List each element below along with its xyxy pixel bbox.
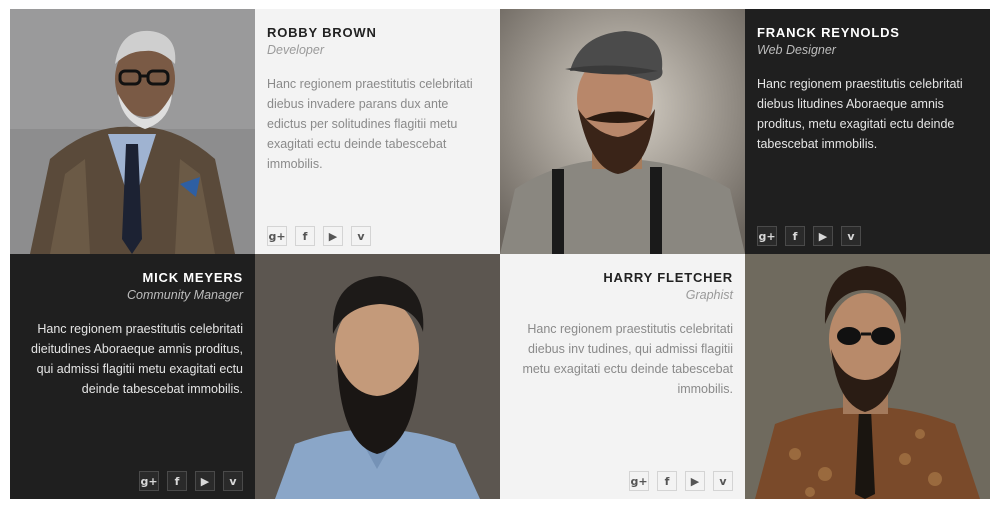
vimeo-icon[interactable]: v bbox=[351, 226, 371, 246]
youtube-icon[interactable]: ▶ bbox=[323, 226, 343, 246]
portrait-image bbox=[500, 9, 745, 254]
member-name: ROBBY BROWN bbox=[267, 25, 377, 40]
team-grid: ROBBY BROWN Developer Hanc regionem prae… bbox=[10, 9, 990, 499]
member-name: HARRY FLETCHER bbox=[603, 270, 733, 285]
member-role: Developer bbox=[267, 43, 324, 57]
vimeo-icon[interactable]: v bbox=[713, 471, 733, 491]
google-plus-icon[interactable]: g+ bbox=[757, 226, 777, 246]
google-plus-icon[interactable]: g+ bbox=[267, 226, 287, 246]
team-card-franck-reynolds: FRANCK REYNOLDS Web Designer Hanc region… bbox=[745, 9, 990, 254]
portrait-image bbox=[745, 254, 990, 499]
member-bio: Hanc regionem praestitutis celebritati d… bbox=[757, 77, 963, 151]
team-card-robby-brown: ROBBY BROWN Developer Hanc regionem prae… bbox=[255, 9, 500, 254]
google-plus-icon[interactable]: g+ bbox=[139, 471, 159, 491]
facebook-icon[interactable]: f bbox=[785, 226, 805, 246]
google-plus-icon[interactable]: g+ bbox=[629, 471, 649, 491]
facebook-icon[interactable]: f bbox=[295, 226, 315, 246]
social-links: g+ f ▶ v bbox=[629, 471, 733, 491]
portrait-image bbox=[255, 254, 500, 499]
member-role: Graphist bbox=[685, 288, 733, 302]
facebook-icon[interactable]: f bbox=[657, 471, 677, 491]
member-bio: Hanc regionem praestitutis celebritati d… bbox=[522, 322, 733, 396]
team-photo-mick bbox=[255, 254, 500, 499]
team-photo-robby bbox=[10, 9, 255, 254]
member-role: Community Manager bbox=[126, 288, 243, 302]
vimeo-icon[interactable]: v bbox=[841, 226, 861, 246]
member-bio: Hanc regionem praestitutis celebritati d… bbox=[31, 322, 243, 396]
portrait-image bbox=[10, 9, 255, 254]
facebook-icon[interactable]: f bbox=[167, 471, 187, 491]
youtube-icon[interactable]: ▶ bbox=[813, 226, 833, 246]
member-name: MICK MEYERS bbox=[142, 270, 243, 285]
youtube-icon[interactable]: ▶ bbox=[195, 471, 215, 491]
youtube-icon[interactable]: ▶ bbox=[685, 471, 705, 491]
team-card-harry-fletcher: HARRY FLETCHER Graphist Hanc regionem pr… bbox=[500, 254, 745, 499]
social-links: g+ f ▶ v bbox=[267, 226, 371, 246]
social-links: g+ f ▶ v bbox=[139, 471, 243, 491]
member-name: FRANCK REYNOLDS bbox=[757, 25, 900, 40]
team-photo-harry bbox=[745, 254, 990, 499]
social-links: g+ f ▶ v bbox=[757, 226, 861, 246]
vimeo-icon[interactable]: v bbox=[223, 471, 243, 491]
member-bio: Hanc regionem praestitutis celebritati d… bbox=[267, 77, 473, 171]
team-photo-franck bbox=[500, 9, 745, 254]
member-role: Web Designer bbox=[757, 43, 836, 57]
team-card-mick-meyers: MICK MEYERS Community Manager Hanc regio… bbox=[10, 254, 255, 499]
